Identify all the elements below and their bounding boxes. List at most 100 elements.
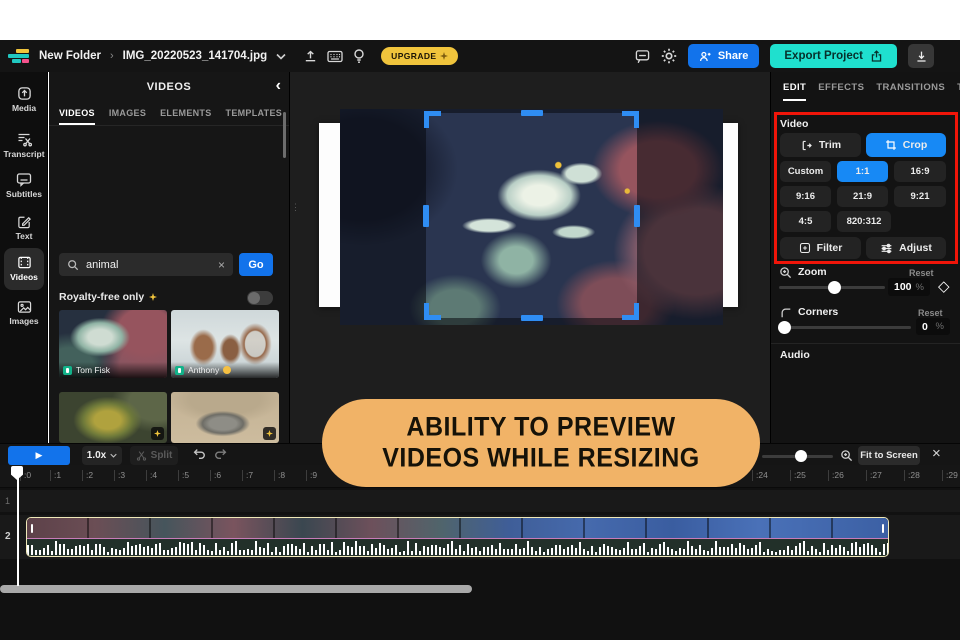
- breadcrumb-folder[interactable]: New Folder: [39, 50, 101, 62]
- corners-reset-button[interactable]: Reset: [918, 308, 943, 318]
- diamond-mask-icon[interactable]: ◇: [938, 277, 950, 295]
- timeline-track-1[interactable]: 1: [0, 490, 960, 512]
- timeline-track-2[interactable]: 2: [0, 515, 960, 559]
- crop-handle-left[interactable]: [423, 204, 429, 227]
- zoom-reset-button[interactable]: Reset: [909, 268, 934, 278]
- sidebar-item-transcript[interactable]: Transcript: [0, 131, 48, 159]
- app-window: New Folder › IMG_20220523_141704.jpg UPG…: [0, 0, 960, 640]
- tab-elements[interactable]: ELEMENTS: [160, 108, 211, 125]
- playback-speed-button[interactable]: 1.0x: [82, 446, 122, 465]
- clear-search-icon[interactable]: ×: [218, 258, 225, 272]
- timeline-zoom-thumb[interactable]: [795, 450, 807, 462]
- preview-canvas-area: ⋮: [290, 72, 770, 443]
- tab-effects[interactable]: EFFECTS: [818, 82, 864, 101]
- crop-button[interactable]: Crop: [866, 133, 946, 157]
- track-number: 2: [5, 531, 11, 542]
- crop-handle-top-right[interactable]: [622, 111, 639, 128]
- stock-provider-badge: [175, 365, 184, 375]
- video-clip[interactable]: [26, 517, 889, 557]
- sidebar-item-images[interactable]: Images: [0, 300, 48, 326]
- ratio-9-21[interactable]: 9:21: [894, 186, 946, 207]
- transcript-icon: [18, 133, 32, 147]
- redo-icon[interactable]: [214, 447, 228, 460]
- suggestions-bulb-icon[interactable]: [352, 48, 366, 64]
- video-layer[interactable]: [340, 109, 723, 325]
- ratio-21-9[interactable]: 21:9: [837, 186, 888, 207]
- upload-icon[interactable]: [303, 49, 318, 64]
- clip-end-handle[interactable]: [882, 524, 884, 533]
- undo-icon[interactable]: [192, 447, 206, 460]
- play-button[interactable]: ▶: [8, 446, 70, 465]
- crop-handle-right[interactable]: [634, 204, 640, 227]
- share-label: Share: [717, 50, 749, 62]
- crop-handle-top[interactable]: [520, 110, 543, 116]
- crop-handle-bottom-right[interactable]: [622, 303, 639, 320]
- ratio-820-312[interactable]: 820:312: [837, 211, 891, 232]
- export-project-button[interactable]: Export Project: [770, 44, 897, 68]
- clip-start-handle[interactable]: [31, 524, 33, 533]
- collapse-panel-icon[interactable]: ‹: [276, 77, 281, 95]
- media-upload-icon: [17, 87, 31, 100]
- search-go-button[interactable]: Go: [239, 253, 273, 276]
- royalty-free-toggle[interactable]: [247, 291, 273, 305]
- ruler-tick: :5: [178, 470, 189, 481]
- playhead-line[interactable]: [17, 466, 19, 586]
- video-result-thumbnail[interactable]: [59, 392, 167, 443]
- sidebar-item-subtitles[interactable]: Subtitles: [0, 172, 48, 199]
- corners-slider-thumb[interactable]: [778, 321, 791, 334]
- ratio-custom[interactable]: Custom: [780, 161, 831, 182]
- keyboard-shortcuts-icon[interactable]: [327, 50, 343, 63]
- crop-handle-bottom[interactable]: [520, 315, 543, 321]
- timeline-zoom-slider[interactable]: [762, 450, 833, 462]
- export-icon: [871, 49, 882, 62]
- adjust-button[interactable]: Adjust: [866, 237, 946, 259]
- sidebar-item-media[interactable]: Media: [0, 86, 48, 113]
- horizontal-scrollbar[interactable]: [0, 585, 472, 593]
- comments-icon[interactable]: [635, 49, 650, 64]
- sidebar-item-videos[interactable]: Videos: [0, 255, 48, 282]
- app-logo[interactable]: [8, 49, 30, 63]
- ruler-tick: :1: [50, 470, 61, 481]
- ratio-1-1[interactable]: 1:1: [837, 161, 888, 182]
- corners-slider[interactable]: [778, 321, 911, 334]
- sidebar-item-text[interactable]: Text: [0, 214, 48, 241]
- video-result-thumbnail[interactable]: [171, 392, 279, 443]
- panel-scrollbar[interactable]: [283, 112, 286, 158]
- filter-button[interactable]: Filter: [780, 237, 861, 259]
- callout-line-1: ABILITY TO PREVIEW: [406, 411, 676, 443]
- timeline-zoom-icon[interactable]: [840, 449, 853, 462]
- trim-button[interactable]: Trim: [780, 133, 861, 157]
- tab-transitions[interactable]: TRANSITIONS: [876, 82, 945, 101]
- ratio-9-16[interactable]: 9:16: [780, 186, 831, 207]
- settings-gear-icon[interactable]: [661, 48, 677, 64]
- filter-icon: [799, 242, 810, 254]
- crop-handle-bottom-left[interactable]: [424, 303, 441, 320]
- tab-templates[interactable]: TEMPLATES: [226, 108, 283, 125]
- tab-videos[interactable]: VIDEOS: [59, 108, 95, 125]
- upgrade-button[interactable]: UPGRADE: [381, 47, 459, 65]
- zoom-value-box[interactable]: 100 %: [888, 278, 930, 296]
- audio-section-title: Audio: [780, 349, 810, 361]
- zoom-slider-thumb[interactable]: [828, 281, 841, 294]
- ratio-16-9[interactable]: 16:9: [894, 161, 946, 182]
- edit-inspector-panel: EDIT EFFECTS TRANSITIONS TIMING Video Tr…: [770, 72, 960, 443]
- panel-resize-handle[interactable]: ⋮: [291, 203, 300, 212]
- audio-waveform: [27, 538, 888, 555]
- zoom-slider[interactable]: [779, 281, 885, 294]
- crop-handle-top-left[interactable]: [424, 111, 441, 128]
- split-button[interactable]: Split: [130, 446, 178, 465]
- chevron-down-icon[interactable]: [276, 53, 286, 60]
- corners-value-box[interactable]: 0 %: [916, 318, 950, 335]
- share-button[interactable]: Share: [687, 44, 760, 68]
- download-button[interactable]: [908, 44, 934, 68]
- fit-to-screen-button[interactable]: Fit to Screen: [858, 446, 920, 465]
- video-result-thumbnail[interactable]: Tom Fisk: [59, 310, 167, 378]
- crop-selection[interactable]: [423, 110, 640, 321]
- close-timeline-icon[interactable]: ×: [932, 445, 941, 462]
- search-input[interactable]: animal ×: [59, 253, 233, 276]
- video-result-thumbnail[interactable]: Anthony: [171, 310, 279, 378]
- ratio-4-5[interactable]: 4:5: [780, 211, 831, 232]
- tab-images[interactable]: IMAGES: [109, 108, 146, 125]
- tab-edit[interactable]: EDIT: [783, 82, 807, 101]
- subtitles-icon: [16, 173, 32, 187]
